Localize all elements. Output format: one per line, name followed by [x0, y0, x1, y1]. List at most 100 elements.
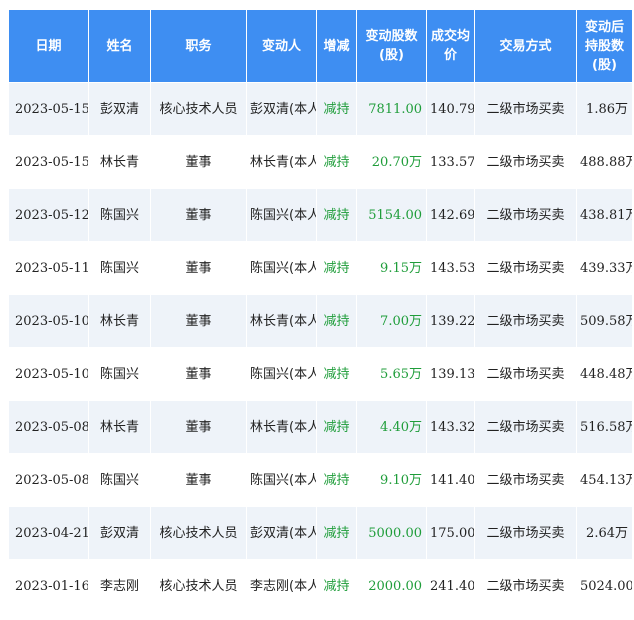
cell-holdings-after: 5024.00	[576, 559, 633, 613]
cell-holdings-after: 1.86万	[576, 82, 633, 136]
cell-name: 李志刚	[88, 559, 151, 613]
cell-date: 2023-05-08	[8, 453, 89, 507]
cell-position: 核心技术人员	[150, 506, 247, 560]
cell-name: 林长青	[88, 400, 151, 454]
cell-method: 二级市场买卖	[474, 294, 577, 348]
cell-direction: 减持	[316, 400, 357, 454]
cell-direction: 减持	[316, 506, 357, 560]
table-row: 2023-05-08陈国兴董事陈国兴(本人)减持9.10万141.40二级市场买…	[8, 453, 633, 507]
cell-position: 董事	[150, 294, 247, 348]
header-position: 职务	[150, 9, 247, 83]
cell-holdings-after: 439.33万	[576, 241, 633, 295]
cell-direction: 减持	[316, 453, 357, 507]
table-row: 2023-04-21彭双清核心技术人员彭双清(本人)减持5000.00175.0…	[8, 506, 633, 560]
cell-direction: 减持	[316, 135, 357, 189]
header-row: 日期 姓名 职务 变动人 增减 变动股数(股) 成交均价 交易方式 变动后持股数…	[8, 9, 633, 83]
cell-position: 核心技术人员	[150, 559, 247, 613]
header-shares-changed: 变动股数(股)	[356, 9, 427, 83]
cell-shares-changed: 2000.00	[356, 559, 427, 613]
cell-direction: 减持	[316, 82, 357, 136]
cell-avg-price: 139.13	[426, 347, 475, 401]
cell-shares-changed: 4.40万	[356, 400, 427, 454]
cell-method: 二级市场买卖	[474, 347, 577, 401]
cell-avg-price: 143.53	[426, 241, 475, 295]
cell-position: 董事	[150, 453, 247, 507]
cell-direction: 减持	[316, 347, 357, 401]
cell-changer: 彭双清(本人)	[246, 82, 317, 136]
cell-avg-price: 175.00	[426, 506, 475, 560]
header-changer: 变动人	[246, 9, 317, 83]
cell-method: 二级市场买卖	[474, 400, 577, 454]
cell-date: 2023-05-11	[8, 241, 89, 295]
cell-direction: 减持	[316, 241, 357, 295]
cell-holdings-after: 488.88万	[576, 135, 633, 189]
cell-date: 2023-05-10	[8, 347, 89, 401]
cell-name: 陈国兴	[88, 453, 151, 507]
cell-method: 二级市场买卖	[474, 135, 577, 189]
cell-date: 2023-04-21	[8, 506, 89, 560]
header-date: 日期	[8, 9, 89, 83]
cell-shares-changed: 5154.00	[356, 188, 427, 242]
cell-holdings-after: 509.58万	[576, 294, 633, 348]
table-row: 2023-05-15彭双清核心技术人员彭双清(本人)减持7811.00140.7…	[8, 82, 633, 136]
cell-avg-price: 140.79	[426, 82, 475, 136]
cell-name: 林长青	[88, 294, 151, 348]
cell-changer: 陈国兴(本人)	[246, 347, 317, 401]
cell-position: 董事	[150, 241, 247, 295]
cell-shares-changed: 9.15万	[356, 241, 427, 295]
cell-changer: 林长青(本人)	[246, 400, 317, 454]
cell-avg-price: 142.69	[426, 188, 475, 242]
cell-holdings-after: 454.13万	[576, 453, 633, 507]
cell-name: 陈国兴	[88, 188, 151, 242]
cell-shares-changed: 5.65万	[356, 347, 427, 401]
cell-name: 林长青	[88, 135, 151, 189]
cell-method: 二级市场买卖	[474, 506, 577, 560]
cell-changer: 陈国兴(本人)	[246, 453, 317, 507]
cell-date: 2023-05-15	[8, 82, 89, 136]
header-method: 交易方式	[474, 9, 577, 83]
cell-changer: 彭双清(本人)	[246, 506, 317, 560]
cell-changer: 李志刚(本人)	[246, 559, 317, 613]
cell-shares-changed: 7811.00	[356, 82, 427, 136]
header-holdings-after: 变动后持股数(股)	[576, 9, 633, 83]
cell-direction: 减持	[316, 188, 357, 242]
cell-avg-price: 141.40	[426, 453, 475, 507]
header-direction: 增减	[316, 9, 357, 83]
cell-method: 二级市场买卖	[474, 82, 577, 136]
cell-name: 陈国兴	[88, 347, 151, 401]
cell-position: 董事	[150, 400, 247, 454]
cell-changer: 陈国兴(本人)	[246, 241, 317, 295]
cell-method: 二级市场买卖	[474, 241, 577, 295]
cell-shares-changed: 20.70万	[356, 135, 427, 189]
cell-date: 2023-05-12	[8, 188, 89, 242]
cell-holdings-after: 438.81万	[576, 188, 633, 242]
table-row: 2023-05-11陈国兴董事陈国兴(本人)减持9.15万143.53二级市场买…	[8, 241, 633, 295]
cell-name: 彭双清	[88, 506, 151, 560]
cell-avg-price: 143.32	[426, 400, 475, 454]
cell-shares-changed: 5000.00	[356, 506, 427, 560]
cell-shares-changed: 7.00万	[356, 294, 427, 348]
cell-direction: 减持	[316, 559, 357, 613]
table-row: 2023-05-08林长青董事林长青(本人)减持4.40万143.32二级市场买…	[8, 400, 633, 454]
cell-avg-price: 133.57	[426, 135, 475, 189]
insider-trading-table: 日期 姓名 职务 变动人 增减 变动股数(股) 成交均价 交易方式 变动后持股数…	[8, 9, 633, 613]
table-row: 2023-05-10林长青董事林长青(本人)减持7.00万139.22二级市场买…	[8, 294, 633, 348]
cell-method: 二级市场买卖	[474, 188, 577, 242]
cell-shares-changed: 9.10万	[356, 453, 427, 507]
cell-date: 2023-05-10	[8, 294, 89, 348]
cell-position: 董事	[150, 135, 247, 189]
cell-name: 陈国兴	[88, 241, 151, 295]
table-row: 2023-05-15林长青董事林长青(本人)减持20.70万133.57二级市场…	[8, 135, 633, 189]
cell-date: 2023-05-08	[8, 400, 89, 454]
cell-changer: 林长青(本人)	[246, 135, 317, 189]
cell-avg-price: 241.40	[426, 559, 475, 613]
table-row: 2023-05-10陈国兴董事陈国兴(本人)减持5.65万139.13二级市场买…	[8, 347, 633, 401]
cell-holdings-after: 516.58万	[576, 400, 633, 454]
cell-name: 彭双清	[88, 82, 151, 136]
cell-position: 核心技术人员	[150, 82, 247, 136]
cell-method: 二级市场买卖	[474, 453, 577, 507]
cell-date: 2023-01-16	[8, 559, 89, 613]
cell-position: 董事	[150, 347, 247, 401]
cell-avg-price: 139.22	[426, 294, 475, 348]
header-name: 姓名	[88, 9, 151, 83]
